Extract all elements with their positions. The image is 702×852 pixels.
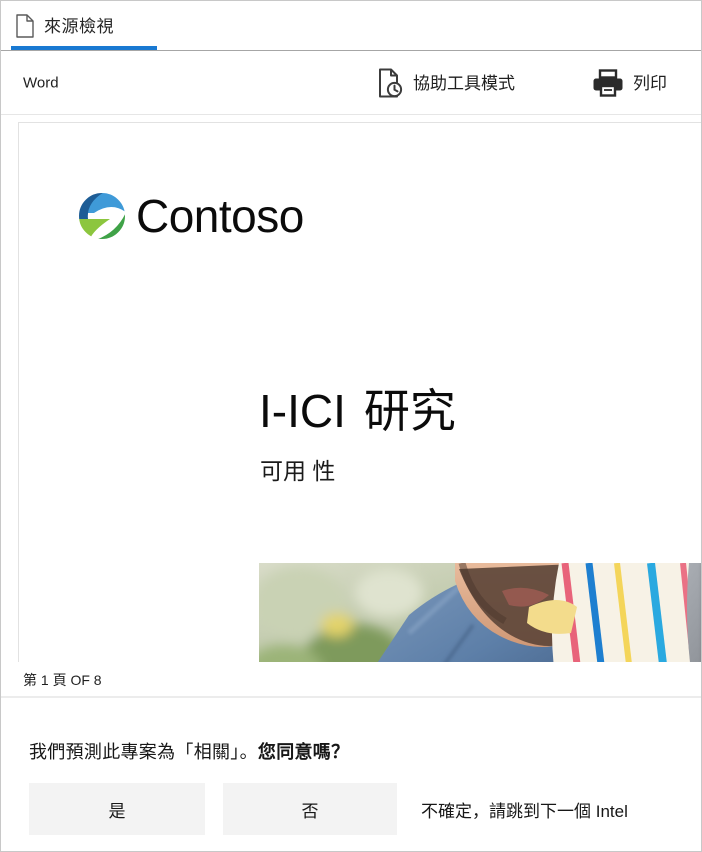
document-title: I-ICI 研究 bbox=[259, 385, 456, 437]
answer-button-group: 是 否 不確定，請跳到下一個 Intel bbox=[1, 783, 701, 838]
prompt-question-emphasis: 您同意嗎？ bbox=[257, 742, 350, 762]
document-title-left: I-ICI bbox=[259, 385, 346, 437]
father-and-child-photo bbox=[259, 563, 701, 662]
tab-strip: 來源檢視 bbox=[1, 1, 701, 51]
tab-source-view[interactable]: 來源檢視 bbox=[11, 1, 122, 51]
document-title-right: 研究 bbox=[363, 385, 456, 437]
contoso-swoosh-logo bbox=[77, 191, 127, 241]
document-page: Contoso I-ICI 研究 可用 性 bbox=[18, 122, 701, 662]
page-status-bar: 第 1 頁 OF 8 bbox=[1, 662, 701, 698]
answer-no-button[interactable]: 否 bbox=[223, 783, 397, 835]
toolbar-app-label: Word bbox=[23, 74, 59, 92]
document-subtitle: 可用 性 bbox=[260, 458, 336, 484]
printer-icon bbox=[593, 69, 623, 97]
source-view-window: 來源檢視 Word 協助工具模式 列印 Contoso I-ICI 研究 可用 … bbox=[0, 0, 702, 852]
accessibility-mode-label: 協助工具模式 bbox=[413, 73, 515, 93]
print-label: 列印 bbox=[633, 73, 667, 93]
document-icon bbox=[15, 14, 35, 38]
document-accessibility-icon bbox=[377, 68, 403, 98]
page-indicator: 第 1 頁 OF 8 bbox=[23, 672, 102, 688]
document-preview-area[interactable]: Contoso I-ICI 研究 可用 性 bbox=[1, 115, 701, 662]
contoso-brand-lockup: Contoso bbox=[77, 191, 304, 241]
relevance-prompt: 我們預測此專案為「相關」。您同意嗎？ 是 否 不確定，請跳到下一個 Intel bbox=[1, 698, 701, 850]
print-button[interactable]: 列印 bbox=[593, 69, 667, 97]
prompt-question: 我們預測此專案為「相關」。您同意嗎？ bbox=[29, 738, 349, 764]
accessibility-mode-button[interactable]: 協助工具模式 bbox=[377, 68, 515, 98]
preview-toolbar: Word 協助工具模式 列印 bbox=[1, 51, 701, 115]
answer-yes-button[interactable]: 是 bbox=[29, 783, 205, 835]
brand-name: Contoso bbox=[136, 190, 304, 242]
tab-label: 來源檢視 bbox=[44, 16, 114, 36]
answer-unsure-button[interactable]: 不確定，請跳到下一個 Intel bbox=[421, 783, 701, 835]
prompt-question-lead: 我們預測此專案為「相關」。 bbox=[29, 742, 258, 762]
